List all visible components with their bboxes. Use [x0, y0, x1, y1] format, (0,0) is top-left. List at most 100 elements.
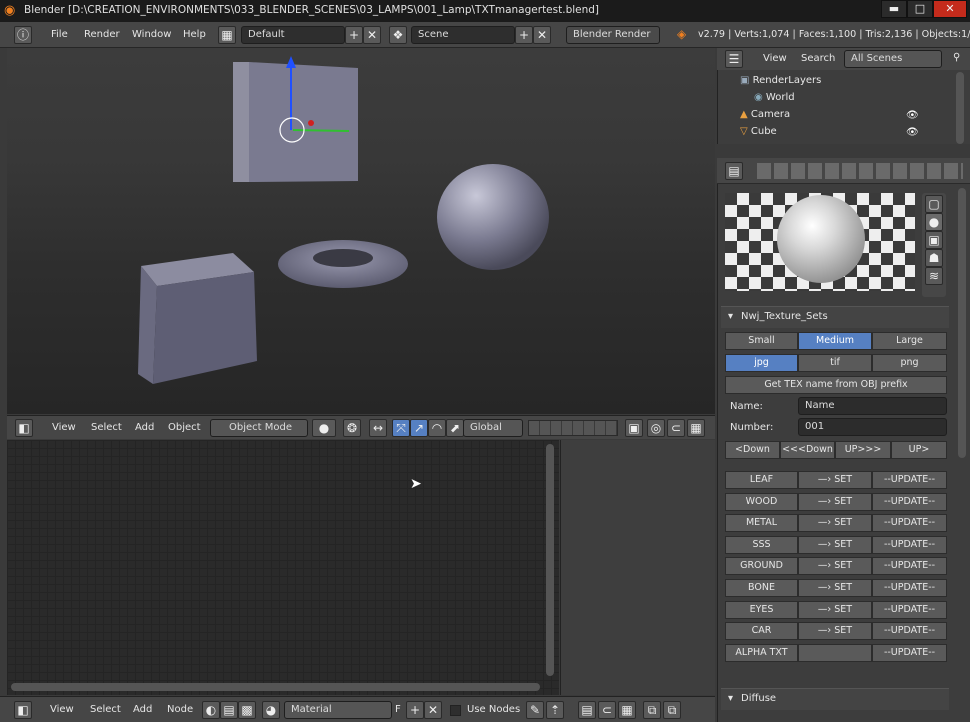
menu-render[interactable]: Render — [84, 29, 120, 40]
snap-element-icon[interactable]: ▦ — [687, 419, 705, 437]
texture-nodes-icon[interactable]: ▩ — [238, 701, 256, 719]
texture-row-update-button[interactable]: --UPDATE-- — [872, 643, 947, 662]
arrow-icon[interactable]: ⬈ — [446, 419, 464, 437]
size-large-button[interactable]: Large — [872, 332, 947, 350]
node-editor-vscroll[interactable] — [546, 444, 554, 676]
pin-icon[interactable]: ✎ — [526, 701, 544, 719]
number-input[interactable]: 001 — [798, 418, 947, 436]
proportional-edit-icon[interactable]: ◎ — [647, 419, 665, 437]
texture-row-set-button[interactable] — [798, 643, 872, 662]
shading-select[interactable]: ● — [312, 419, 336, 437]
node-editor[interactable]: ➤ — [7, 440, 559, 695]
preview-flat-icon[interactable]: ▢ — [925, 195, 943, 213]
render-engine-select[interactable]: Blender Render — [566, 26, 660, 44]
snap-icon[interactable]: ⊂ — [667, 419, 685, 437]
texture-row-name-button[interactable]: EYES — [725, 600, 798, 619]
render-layer-icon[interactable]: ▣ — [625, 419, 643, 437]
outliner-item-world[interactable]: ◉ World — [754, 89, 970, 106]
texture-row-name-button[interactable]: BONE — [725, 579, 798, 597]
diffuse-panel-header[interactable]: ▾ Diffuse — [721, 688, 949, 710]
material-field[interactable]: Material — [284, 701, 392, 719]
texture-row-update-button[interactable]: --UPDATE-- — [872, 535, 947, 554]
remove-layout-button[interactable]: ✕ — [363, 26, 381, 44]
outliner-item-renderlayers[interactable]: ▣ RenderLayers — [740, 72, 970, 89]
parent-icon[interactable]: ⇡ — [546, 701, 564, 719]
node-editor-hscroll[interactable] — [11, 683, 540, 691]
outliner-scrollbar[interactable] — [956, 72, 964, 144]
size-medium-button[interactable]: Medium — [798, 332, 872, 350]
shader-nodes-icon[interactable]: ◐ — [202, 701, 220, 719]
texture-row-name-button[interactable]: SSS — [725, 535, 798, 554]
add-scene-button[interactable]: + — [515, 26, 533, 44]
viewport-menu-object[interactable]: Object — [168, 422, 201, 433]
fake-user-button[interactable]: F — [395, 704, 401, 715]
texture-row-set-button[interactable]: —› SET — [798, 471, 872, 489]
size-small-button[interactable]: Small — [725, 332, 798, 350]
texture-row-update-button[interactable]: --UPDATE-- — [872, 600, 947, 619]
texture-row-update-button[interactable]: --UPDATE-- — [872, 471, 947, 489]
texture-row-set-button[interactable]: —› SET — [798, 579, 872, 597]
properties-tabs[interactable] — [757, 163, 963, 179]
orientation-select[interactable]: Global — [463, 419, 523, 437]
mode-select[interactable]: Object Mode — [210, 419, 308, 437]
use-nodes-checkbox[interactable] — [450, 705, 461, 716]
snap-node-icon[interactable]: ⊂ — [598, 701, 616, 719]
menu-window[interactable]: Window — [132, 29, 171, 40]
close-button[interactable]: ✕ — [933, 0, 967, 18]
outliner-search-icon[interactable]: ⚲ — [953, 52, 960, 63]
scene-field[interactable]: Scene — [411, 26, 515, 44]
outliner-item-camera[interactable]: ▲ Camera — [740, 106, 970, 123]
down-button[interactable]: <Down — [725, 441, 780, 459]
viewport-menu-select[interactable]: Select — [91, 422, 122, 433]
paste-node-icon[interactable]: ⧉ — [663, 701, 681, 719]
properties-scrollbar[interactable] — [958, 188, 966, 458]
rotate-icon[interactable]: ↗ — [410, 419, 428, 437]
texture-row-set-button[interactable]: —› SET — [798, 514, 872, 533]
texture-row-update-button[interactable]: --UPDATE-- — [872, 579, 947, 597]
node-menu-add[interactable]: Add — [133, 704, 152, 715]
screen-layout-icon[interactable]: ▦ — [218, 26, 236, 44]
texture-row-update-button[interactable]: --UPDATE-- — [872, 492, 947, 511]
cube-visibility-icon[interactable]: 👁 — [906, 127, 919, 138]
texture-row-name-button[interactable]: GROUND — [725, 557, 798, 576]
node-menu-node[interactable]: Node — [167, 704, 193, 715]
node-menu-view[interactable]: View — [50, 704, 74, 715]
preview-sphere-icon[interactable]: ● — [925, 213, 943, 231]
remove-material-button[interactable]: ✕ — [424, 701, 442, 719]
layer-buttons[interactable] — [528, 420, 618, 436]
editor-type-icon[interactable]: ◧ — [15, 419, 33, 437]
layout-field[interactable]: Default — [241, 26, 345, 44]
remove-scene-button[interactable]: ✕ — [533, 26, 551, 44]
preview-cube-icon[interactable]: ▣ — [925, 231, 943, 249]
add-layout-button[interactable]: + — [345, 26, 363, 44]
outliner-menu-view[interactable]: View — [763, 53, 787, 64]
texture-row-set-button[interactable]: —› SET — [798, 557, 872, 576]
scene-icon[interactable]: ❖ — [389, 26, 407, 44]
backdrop-icon[interactable]: ▤ — [578, 701, 596, 719]
properties-type-icon[interactable]: ▤ — [725, 162, 743, 180]
viewport-menu-view[interactable]: View — [52, 422, 76, 433]
menu-help[interactable]: Help — [183, 29, 206, 40]
outliner-menu-search[interactable]: Search — [801, 53, 835, 64]
node-editor-type-icon[interactable]: ◧ — [14, 701, 32, 719]
up-button[interactable]: UP> — [891, 441, 947, 459]
viewport-menu-add[interactable]: Add — [135, 422, 154, 433]
preview-hair-icon[interactable]: ≋ — [925, 267, 943, 285]
texture-row-name-button[interactable]: LEAF — [725, 471, 798, 489]
get-tex-name-button[interactable]: Get TEX name from OBJ prefix — [725, 376, 947, 394]
pivot-icon[interactable]: ❂ — [343, 419, 361, 437]
texture-row-set-button[interactable]: —› SET — [798, 600, 872, 619]
texture-row-update-button[interactable]: --UPDATE-- — [872, 557, 947, 576]
info-editor-icon[interactable]: ⓘ — [14, 26, 32, 44]
preview-monkey-icon[interactable]: ☗ — [925, 249, 943, 267]
material-icon[interactable]: ◕ — [262, 701, 280, 719]
node-menu-select[interactable]: Select — [90, 704, 121, 715]
texture-row-set-button[interactable]: —› SET — [798, 622, 872, 641]
texture-row-name-button[interactable]: METAL — [725, 514, 798, 533]
texture-row-set-button[interactable]: —› SET — [798, 492, 872, 511]
copy-node-icon[interactable]: ⧉ — [643, 701, 661, 719]
minimize-button[interactable]: ▬ — [881, 0, 907, 18]
format-tif-button[interactable]: tif — [798, 354, 872, 372]
menu-file[interactable]: File — [51, 29, 68, 40]
node-grid-icon[interactable]: ▦ — [618, 701, 636, 719]
